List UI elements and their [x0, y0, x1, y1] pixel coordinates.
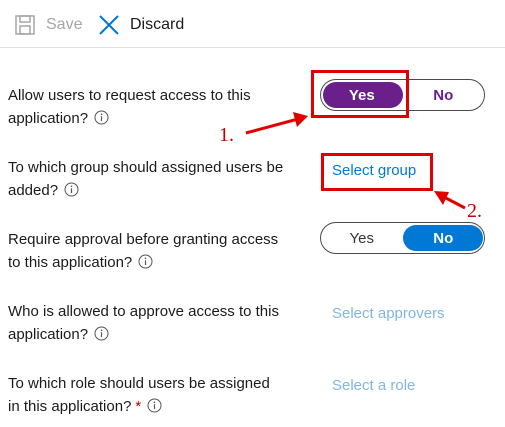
annotation-arrows	[245, 112, 466, 210]
annotation-arrowhead-1	[293, 112, 308, 127]
annotation-arrow-1	[245, 117, 299, 135]
